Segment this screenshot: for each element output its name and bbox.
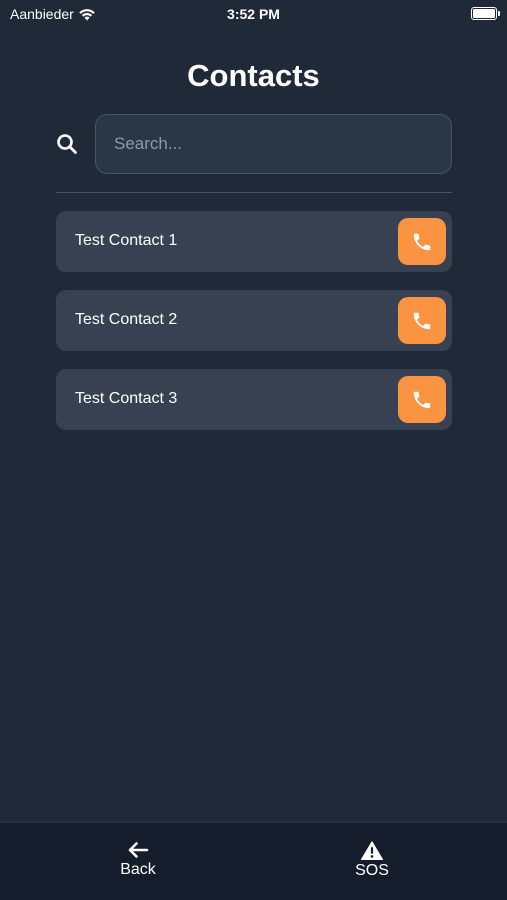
bottom-tab-bar: Back SOS <box>0 822 507 900</box>
contact-name: Test Contact 2 <box>75 311 178 328</box>
status-time: 3:52 PM <box>227 6 280 22</box>
battery-icon <box>471 7 500 20</box>
contact-name: Test Contact 3 <box>75 390 178 407</box>
warning-triangle-icon <box>361 841 383 860</box>
page-title: Contacts <box>187 58 320 93</box>
arrow-left-icon <box>128 842 149 858</box>
contact-row[interactable]: Test Contact 3 <box>56 369 452 430</box>
contact-list: Test Contact 1 Test Contact 2 Test Conta… <box>56 211 452 448</box>
contact-row[interactable]: Test Contact 2 <box>56 290 452 351</box>
battery-level <box>473 9 495 18</box>
search-input[interactable] <box>95 114 452 174</box>
contact-name: Test Contact 1 <box>75 232 178 249</box>
sos-tab[interactable]: SOS <box>332 841 412 880</box>
phone-icon <box>413 233 431 250</box>
call-button[interactable] <box>398 297 446 344</box>
contacts-screen: Aanbieder 3:52 PM Contacts Tes <box>0 0 507 900</box>
phone-icon <box>413 312 431 329</box>
sos-tab-label: SOS <box>355 862 389 879</box>
back-tab-label: Back <box>120 861 156 878</box>
status-bar: Aanbieder 3:52 PM <box>0 0 507 28</box>
back-tab[interactable]: Back <box>98 841 178 879</box>
search-bar <box>56 114 452 174</box>
search-icon <box>56 133 78 155</box>
divider <box>56 192 452 193</box>
phone-icon <box>413 391 431 408</box>
contact-row[interactable]: Test Contact 1 <box>56 211 452 272</box>
call-button[interactable] <box>398 218 446 265</box>
call-button[interactable] <box>398 376 446 423</box>
